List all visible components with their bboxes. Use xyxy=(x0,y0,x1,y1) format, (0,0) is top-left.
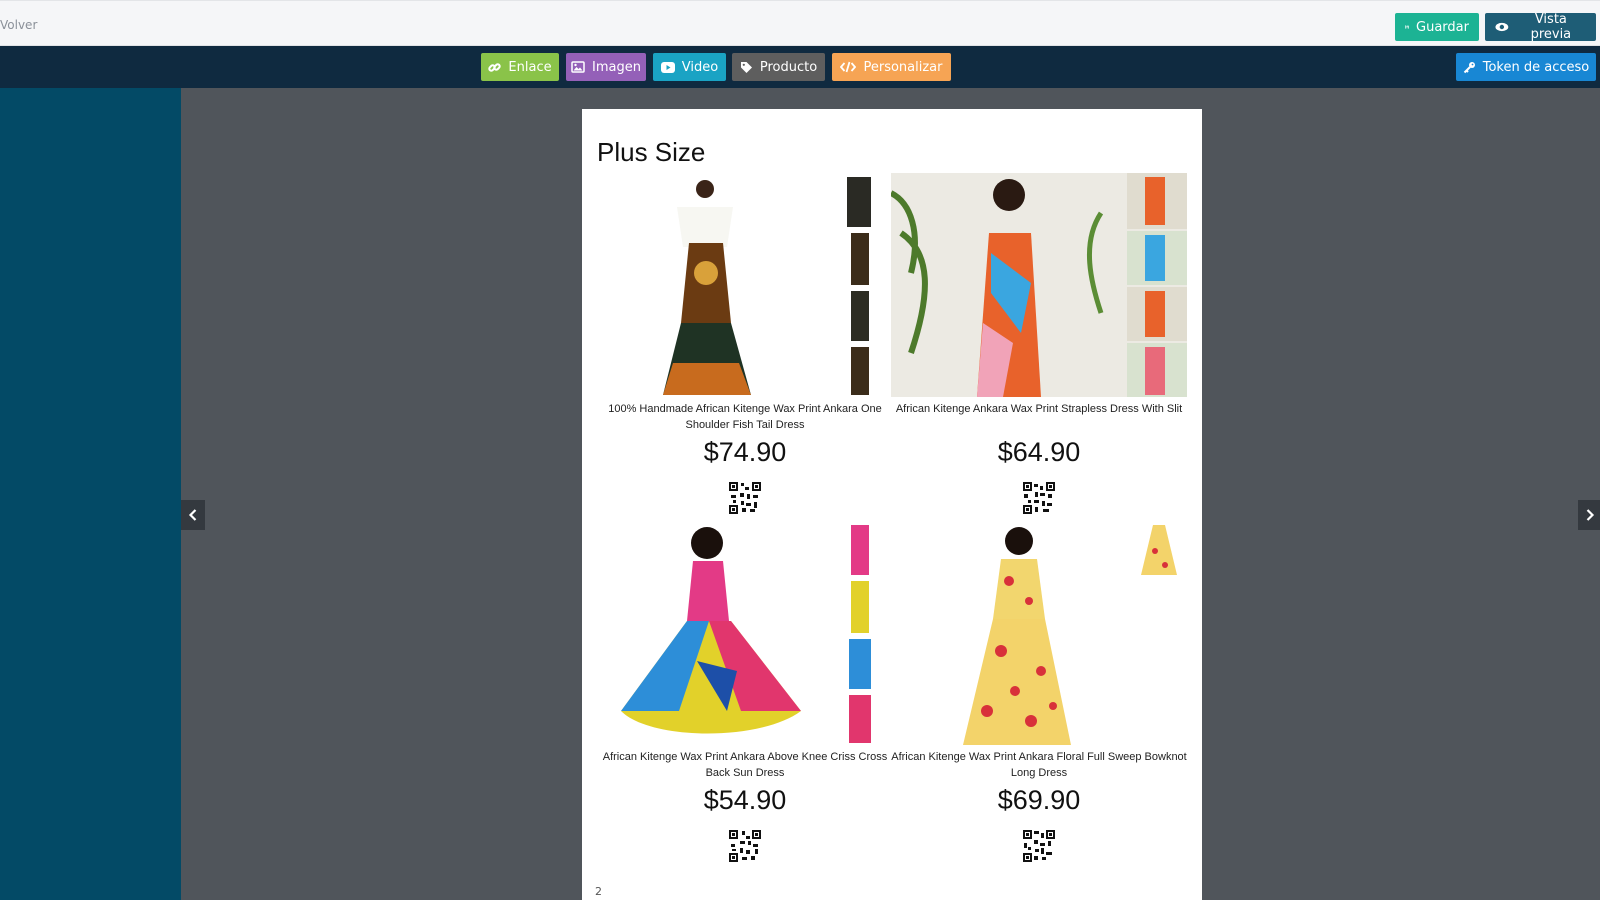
eye-icon xyxy=(1495,22,1509,32)
previous-page-button[interactable] xyxy=(181,500,205,530)
product-price: $69.90 xyxy=(997,785,1081,815)
widget-toolbar: Enlace Imagen Video Producto Personaliza… xyxy=(0,46,1600,88)
qr-code xyxy=(1022,829,1056,863)
add-image-button[interactable]: Imagen xyxy=(566,53,646,81)
page-number: 2 xyxy=(595,885,602,898)
back-link[interactable]: Volver xyxy=(0,18,37,32)
product-image xyxy=(597,521,893,745)
add-product-button[interactable]: Producto xyxy=(732,53,825,81)
add-image-label: Imagen xyxy=(592,59,641,75)
customize-button[interactable]: Personalizar xyxy=(832,53,951,81)
product-image xyxy=(597,173,893,397)
product-name: 100% Handmade African Kitenge Wax Print … xyxy=(608,403,882,431)
video-play-icon xyxy=(660,61,675,73)
preview-button[interactable]: Vista previa xyxy=(1485,12,1596,42)
catalog-page[interactable]: Plus Size 100% Handmade African Kitenge … xyxy=(582,109,1202,900)
qr-code xyxy=(728,481,762,515)
add-link-button[interactable]: Enlace xyxy=(481,53,559,81)
link-icon xyxy=(488,62,502,72)
floppy-disk-icon xyxy=(1405,25,1409,29)
key-icon xyxy=(1463,61,1475,73)
code-icon xyxy=(840,61,857,73)
top-bar: Volver Guardar Vista previa xyxy=(0,0,1600,46)
product-image xyxy=(891,521,1187,745)
chevron-right-icon xyxy=(1586,509,1595,521)
access-token-button[interactable]: Token de acceso xyxy=(1456,53,1596,81)
save-button[interactable]: Guardar xyxy=(1395,13,1479,41)
product-price: $74.90 xyxy=(703,437,787,467)
product-price: $64.90 xyxy=(997,437,1081,467)
add-product-label: Producto xyxy=(759,59,818,75)
add-video-button[interactable]: Video xyxy=(653,53,726,81)
add-video-label: Video xyxy=(681,59,719,75)
save-button-label: Guardar xyxy=(1416,19,1469,35)
qr-code xyxy=(1022,481,1056,515)
qr-code xyxy=(728,829,762,863)
product-name: African Kitenge Ankara Wax Print Straple… xyxy=(895,403,1183,415)
product-name: African Kitenge Wax Print Ankara Above K… xyxy=(602,751,888,779)
product-image xyxy=(891,173,1187,397)
image-icon xyxy=(571,61,585,73)
access-token-label: Token de acceso xyxy=(1482,59,1590,75)
chevron-left-icon xyxy=(188,509,197,521)
customize-label: Personalizar xyxy=(863,59,943,75)
page-title: Plus Size xyxy=(597,137,706,167)
tag-icon xyxy=(740,61,752,73)
product-price: $54.90 xyxy=(703,785,787,815)
next-page-button[interactable] xyxy=(1578,500,1600,530)
product-name: African Kitenge Wax Print Ankara Floral … xyxy=(891,751,1187,779)
left-sidebar xyxy=(0,88,181,900)
preview-button-label: Vista previa xyxy=(1530,12,1572,42)
add-link-label: Enlace xyxy=(508,59,552,75)
